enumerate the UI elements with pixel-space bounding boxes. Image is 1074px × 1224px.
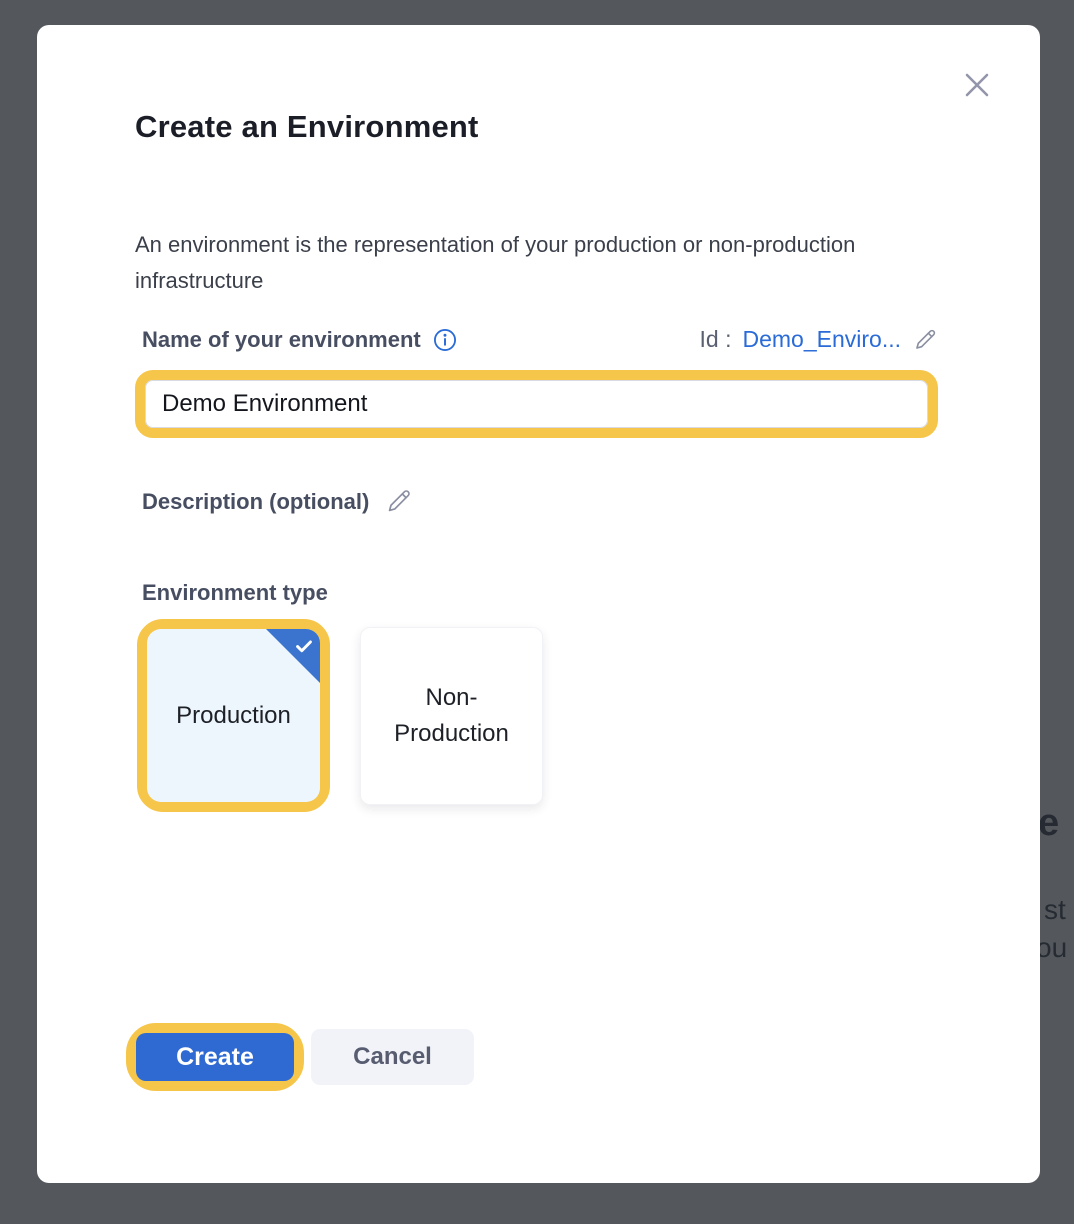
non-production-option-label: Non-Production [383,680,520,752]
create-button[interactable]: Create [136,1033,294,1081]
environment-type-option-non-production[interactable]: Non-Production [360,627,543,805]
modal-intro-text: An environment is the representation of … [135,227,883,299]
create-environment-modal: Create an Environment An environment is … [37,25,1040,1183]
create-button-highlight-ring highlight-ring: Create [126,1023,304,1091]
clipped-right-text-line3: ou [1036,932,1067,964]
description-field-header: Description (optional) [142,487,413,516]
edit-description-pencil-icon[interactable] [384,487,413,516]
environment-id-value[interactable]: Demo_Enviro... [742,326,901,353]
cancel-button[interactable]: Cancel [311,1029,474,1085]
name-field-label: Name of your environment [142,327,421,353]
environment-type-label: Environment type [142,580,328,605]
clipped-right-text-line2: st [1044,894,1066,926]
name-field-header: Name of your environment Id : Demo_Envir… [142,326,938,353]
close-icon [958,66,996,104]
production-option-label: Production [176,702,291,730]
close-button[interactable] [955,63,999,107]
info-icon[interactable] [432,327,458,353]
environment-id-group: Id : Demo_Enviro... [700,326,938,353]
description-field-label: Description (optional) [142,489,369,515]
id-prefix-label: Id : [700,326,732,353]
check-icon [293,635,315,657]
clipped-right-text-line1: e [1038,802,1059,845]
edit-id-pencil-icon[interactable] [912,327,938,353]
environment-type-option-production[interactable]: Production [147,629,320,802]
production-card-highlight-ring: Production [137,619,330,812]
name-input-highlight-ring highlight-ring [135,370,938,438]
modal-title: Create an Environment [135,109,479,145]
environment-name-input[interactable] [145,380,928,428]
modal-backdrop: e st ou Create an Environment An environ… [0,0,1074,1224]
